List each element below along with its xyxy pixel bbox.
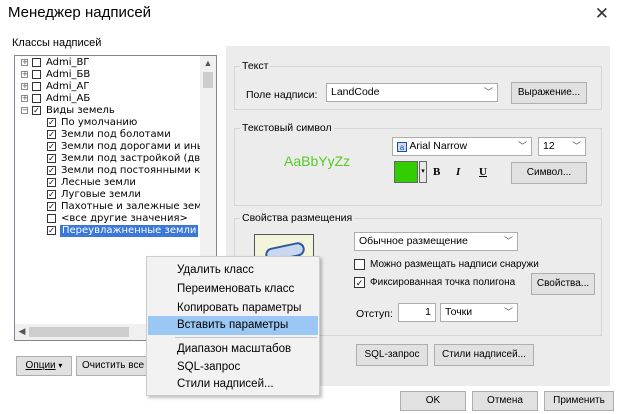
window-title: Менеджер надписей	[8, 4, 152, 21]
menu-item-delete-class[interactable]: Удалить класс	[148, 261, 318, 280]
label-field-value: LandCode	[331, 86, 380, 98]
tree-item-label: Лесные земли	[61, 177, 136, 188]
placement-mode-value: Обычное размещение	[359, 235, 468, 247]
checkbox[interactable]	[32, 82, 41, 91]
expression-button[interactable]: Выражение...	[511, 82, 587, 104]
checkbox[interactable]	[47, 214, 56, 223]
symbol-group-caption: Текстовый символ	[240, 122, 334, 134]
checkbox[interactable]: ✓	[47, 118, 56, 127]
tree-item-label: Пахотные и залежные земли	[61, 201, 215, 212]
font-icon: a	[397, 142, 407, 152]
tree-item-label: Admi_АГ	[46, 81, 90, 92]
tree-item-label: Переувлажненные земли	[60, 225, 199, 237]
tree-item-label: Admi_АБ	[46, 93, 91, 104]
menu-item-paste-params[interactable]: Вставить параметры	[148, 316, 318, 335]
menu-item-label-styles[interactable]: Стили надписей...	[148, 375, 318, 394]
placement-group-caption: Свойства размещения	[240, 212, 355, 224]
expand-icon[interactable]: +	[21, 71, 28, 78]
clear-all-button[interactable]: Очистить все	[76, 356, 150, 376]
expand-icon[interactable]: +	[21, 83, 28, 90]
font-select[interactable]: a Arial Narrow ﹀	[392, 137, 532, 156]
apply-button[interactable]: Применить	[544, 391, 614, 411]
fixed-point-checkbox[interactable]: ✓	[354, 277, 365, 288]
font-size-value: 12	[543, 140, 555, 152]
checkbox[interactable]	[32, 58, 41, 67]
checkbox[interactable]: ✓	[47, 166, 56, 175]
checkbox[interactable]: ✓	[32, 106, 41, 115]
context-menu: Удалить класс Переименовать класс Копиро…	[146, 256, 320, 396]
menu-separator	[175, 337, 317, 338]
expand-icon[interactable]: +	[21, 59, 28, 66]
units-select[interactable]: Точки ﹀	[440, 303, 518, 322]
tree-item-label: Виды земель	[46, 105, 115, 116]
checkbox[interactable]: ✓	[47, 154, 56, 163]
offset-input[interactable]: 1	[398, 303, 436, 322]
color-dropdown-icon[interactable]: ▾	[419, 161, 427, 183]
tree-item-label: <все другие значения>	[61, 213, 188, 224]
font-size-select[interactable]: 12 ﹀	[538, 137, 586, 156]
sql-query-button[interactable]: SQL-запрос	[356, 344, 428, 366]
fixed-point-label: Фиксированная точка полигона	[370, 277, 516, 288]
checkbox[interactable]	[32, 70, 41, 79]
chevron-down-icon: ﹀	[571, 141, 581, 151]
text-group-caption: Текст	[240, 60, 271, 72]
options-label: Опции	[25, 360, 56, 371]
bold-button[interactable]: B	[433, 166, 440, 178]
outside-checkbox[interactable]	[354, 259, 365, 270]
menu-item-scale-range[interactable]: Диапазон масштабов	[148, 340, 318, 359]
underline-button[interactable]: U	[479, 166, 487, 178]
chevron-down-icon: ﹀	[517, 141, 527, 151]
tree-item-label: Admi_БВ	[46, 69, 91, 80]
scroll-thumb[interactable]	[29, 327, 129, 337]
chevron-down-icon: ﹀	[483, 87, 493, 97]
checkbox[interactable]: ✓	[47, 142, 56, 151]
tree-item-label: Земли под дорогами и иными т	[61, 141, 217, 152]
symbol-button[interactable]: Символ...	[511, 162, 587, 184]
checkbox[interactable]: ✓	[47, 130, 56, 139]
font-value: Arial Narrow	[409, 140, 468, 152]
tree-item-label: Земли под застройкой (дворы)	[61, 153, 217, 164]
scroll-up-icon[interactable]: ▲	[200, 58, 216, 68]
placement-mode-select[interactable]: Обычное размещение ﹀	[354, 232, 518, 251]
label-field-select[interactable]: LandCode ﹀	[326, 83, 498, 102]
scroll-thumb[interactable]	[203, 72, 213, 88]
checkbox[interactable]: ✓	[47, 226, 56, 235]
italic-button[interactable]: I	[456, 166, 460, 178]
checkbox[interactable]: ✓	[47, 178, 56, 187]
cancel-button[interactable]: Отмена	[472, 391, 538, 411]
checkbox[interactable]: ✓	[47, 202, 56, 211]
close-icon[interactable]: ✕	[595, 4, 609, 24]
checkbox[interactable]	[32, 94, 41, 103]
tree-item-label: Земли под постоянными культу	[61, 165, 217, 176]
checkbox[interactable]: ✓	[47, 190, 56, 199]
properties-button[interactable]: Свойства...	[531, 273, 595, 295]
offset-label: Отступ:	[356, 308, 393, 320]
symbol-preview: AaBbYyZz	[284, 153, 351, 169]
menu-item-rename-class[interactable]: Переименовать класс	[148, 280, 318, 299]
chevron-down-icon: ﹀	[503, 236, 513, 246]
tree-item-label: Земли под болотами	[61, 129, 171, 140]
label-styles-button[interactable]: Стили надписей...	[434, 344, 534, 366]
tree-item-label: По умолчанию	[61, 117, 138, 128]
field-label: Поле надписи:	[246, 89, 318, 101]
units-value: Точки	[445, 306, 473, 318]
tree-item-label: Admi_ВГ	[46, 57, 90, 68]
scroll-left-icon[interactable]: ◀	[17, 326, 27, 337]
outside-label: Можно размещать надписи снаружи	[370, 259, 539, 270]
chevron-down-icon: ﹀	[503, 307, 513, 317]
ok-button[interactable]: OK	[400, 391, 466, 411]
color-swatch[interactable]	[394, 161, 418, 183]
tree-item-label: Луговые земли	[61, 189, 141, 200]
classes-caption: Классы надписей	[12, 37, 102, 49]
options-button[interactable]: Опции ▾	[16, 356, 72, 376]
expand-icon[interactable]: +	[21, 95, 28, 102]
collapse-icon[interactable]: −	[21, 107, 28, 114]
